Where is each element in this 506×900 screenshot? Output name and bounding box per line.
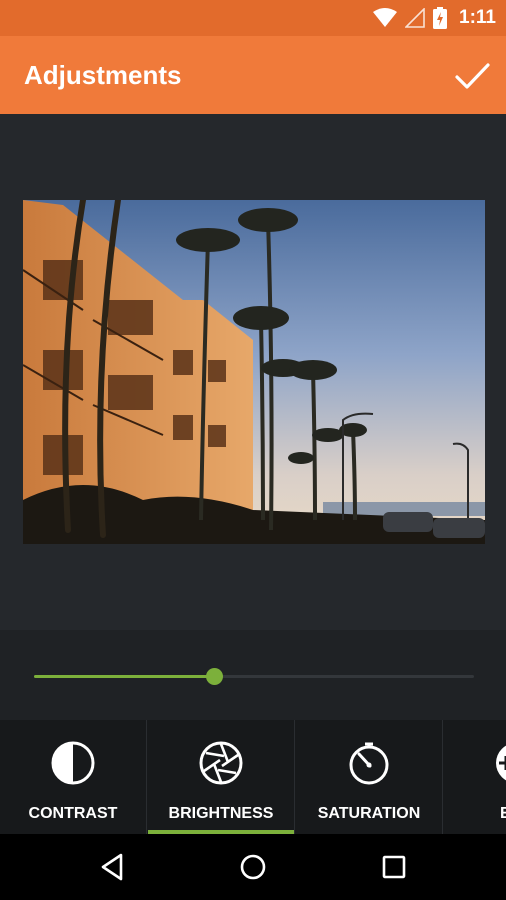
adjustment-slider-panel xyxy=(0,630,506,720)
photo-image xyxy=(23,200,485,544)
photo-preview[interactable] xyxy=(23,200,485,544)
checkmark-icon xyxy=(455,63,490,89)
slider-fill xyxy=(34,675,215,678)
app-bar: Adjustments xyxy=(0,36,506,114)
exposure-icon xyxy=(496,745,506,781)
battery-charging-icon xyxy=(433,7,448,29)
tab-saturation-label: SATURATION xyxy=(317,805,421,822)
page-title: Adjustments xyxy=(24,60,182,90)
status-bar: 1:11 xyxy=(0,0,506,36)
status-icons: 1:11 xyxy=(373,0,496,36)
slider-thumb[interactable] xyxy=(206,668,224,685)
photo-canvas xyxy=(0,114,506,630)
tab-brightness[interactable]: BRIGHTNESS xyxy=(148,720,295,834)
status-time: 1:11 xyxy=(459,7,496,28)
contrast-icon xyxy=(51,741,95,785)
cellular-signal-icon xyxy=(405,8,425,28)
tab-contrast[interactable]: CONTRAST xyxy=(0,720,147,834)
tab-brightness-label: BRIGHTNESS xyxy=(168,805,274,822)
tab-contrast-label: CONTRAST xyxy=(28,805,118,822)
system-nav-bar xyxy=(0,834,506,900)
slider-track[interactable] xyxy=(34,668,474,685)
tab-exposure-label: EXP xyxy=(499,805,506,822)
confirm-button[interactable] xyxy=(452,56,492,96)
recents-icon[interactable] xyxy=(378,851,410,883)
timer-icon xyxy=(349,742,389,785)
adjustment-tools: CONTRAST BRIGHTNESS SATURATION E xyxy=(0,720,506,834)
wifi-icon xyxy=(373,8,398,27)
back-icon[interactable] xyxy=(97,851,129,883)
tab-exposure[interactable]: EXP xyxy=(443,720,506,834)
aperture-icon xyxy=(199,741,243,785)
tab-saturation[interactable]: SATURATION xyxy=(296,720,443,834)
home-icon[interactable] xyxy=(237,851,269,883)
